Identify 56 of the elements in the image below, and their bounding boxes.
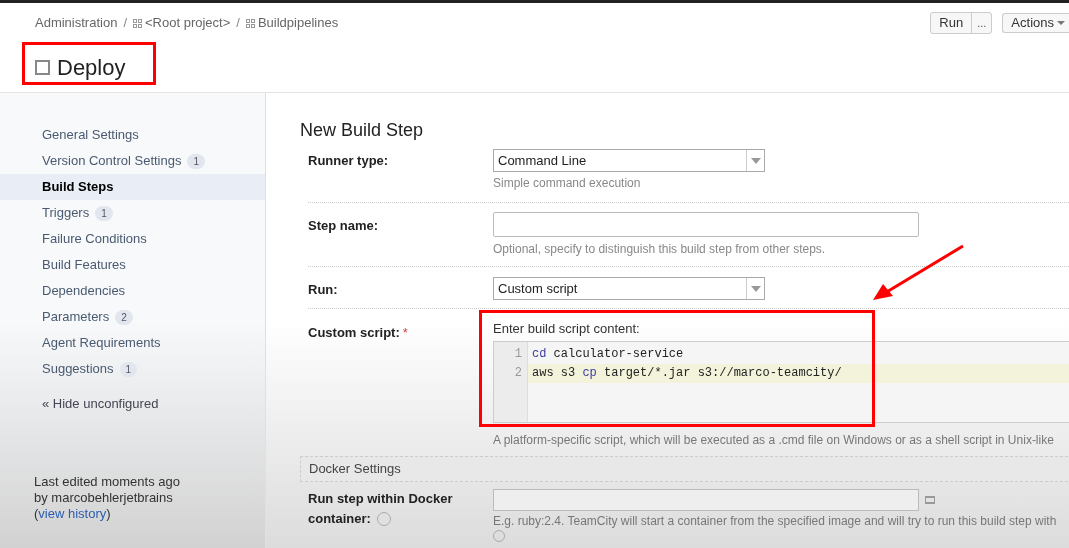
step-name-field[interactable]: [493, 212, 919, 237]
count-badge: 2: [115, 309, 133, 325]
breadcrumb-separator: /: [123, 14, 127, 33]
project-icon: [245, 18, 255, 28]
docker-image-field[interactable]: [493, 489, 919, 511]
editor-caption: Enter build script content:: [493, 321, 641, 337]
last-edited-text: Last edited moments ago: [34, 474, 181, 490]
sidebar-item[interactable]: Triggers 1: [0, 200, 265, 226]
field-hint: E.g. ruby:2.4. TeamCity will start a container from the specified image and will try to run this build step with: [493, 513, 1057, 529]
more-button[interactable]: ...: [972, 13, 992, 33]
line-number: 1: [514, 346, 522, 363]
field-hint: Simple command execution: [493, 175, 642, 191]
sidebar-item[interactable]: General Settings: [0, 122, 265, 148]
code-line: cd calculator-service: [531, 346, 685, 363]
view-history-link[interactable]: view history: [38, 506, 107, 522]
run-button[interactable]: Run: [931, 13, 973, 33]
field-label: Runner type:: [308, 152, 390, 170]
required-mark: *: [402, 324, 408, 342]
count-badge: 1: [187, 153, 206, 169]
breadcrumb-link[interactable]: <Root project>: [145, 13, 231, 33]
sidebar-item[interactable]: Version Control Settings 1: [0, 148, 265, 174]
project-icon: [133, 18, 142, 28]
breadcrumb-link[interactable]: Administration: [35, 13, 118, 33]
breadcrumb-link[interactable]: Buildpipelines: [257, 13, 339, 33]
field-hint: Optional, specify to distinguish this build step from other steps.: [493, 241, 827, 257]
field-label: Run:: [308, 281, 339, 299]
list-icon[interactable]: [925, 496, 935, 504]
field-label: Step name:: [308, 217, 380, 235]
sidebar-item[interactable]: Parameters 2: [0, 304, 265, 330]
parenthesis: (: [34, 506, 39, 522]
parenthesis: ): [106, 506, 111, 522]
sidebar-item[interactable]: Build Features: [0, 252, 265, 278]
line-number: 2: [514, 365, 522, 382]
last-edited-author: by marcobehlerjetbrains: [34, 490, 174, 506]
sidebar-item[interactable]: Suggestions 1: [0, 356, 265, 382]
breadcrumb-separator: /: [236, 14, 240, 33]
sidebar-item[interactable]: Agent Requirements: [0, 330, 265, 356]
count-badge: 1: [119, 361, 138, 377]
count-badge: 1: [95, 205, 113, 221]
section-header: Docker Settings: [300, 456, 1069, 482]
sidebar-item[interactable]: Dependencies: [0, 278, 265, 304]
script-editor[interactable]: 1 2 cd calculator-service aws s3 cp target/*.jar s3://marco-teamcity/: [493, 341, 1069, 423]
build-config-icon: [35, 60, 50, 75]
field-label: Custom script:: [308, 324, 400, 342]
page-title: Deploy: [57, 56, 126, 79]
runner-type-select[interactable]: Command Line: [493, 149, 765, 172]
caret-icon: [1057, 21, 1065, 25]
field-label: Run step within Docker: [308, 490, 454, 508]
run-select[interactable]: Custom script: [493, 277, 765, 300]
sidebar-item[interactable]: Failure Conditions: [0, 226, 265, 252]
hide-unconfigured-link[interactable]: « Hide unconfigured: [0, 394, 265, 414]
form-heading: New Build Step: [300, 119, 425, 142]
field-label: container:: [308, 510, 371, 528]
actions-button[interactable]: Actions: [1002, 13, 1069, 33]
sidebar-item[interactable]: Build Steps: [0, 174, 265, 200]
field-hint: A platform-specific script, which will be executed as a .cmd file on Windows or as a shell script in Unix-like: [493, 432, 1055, 448]
